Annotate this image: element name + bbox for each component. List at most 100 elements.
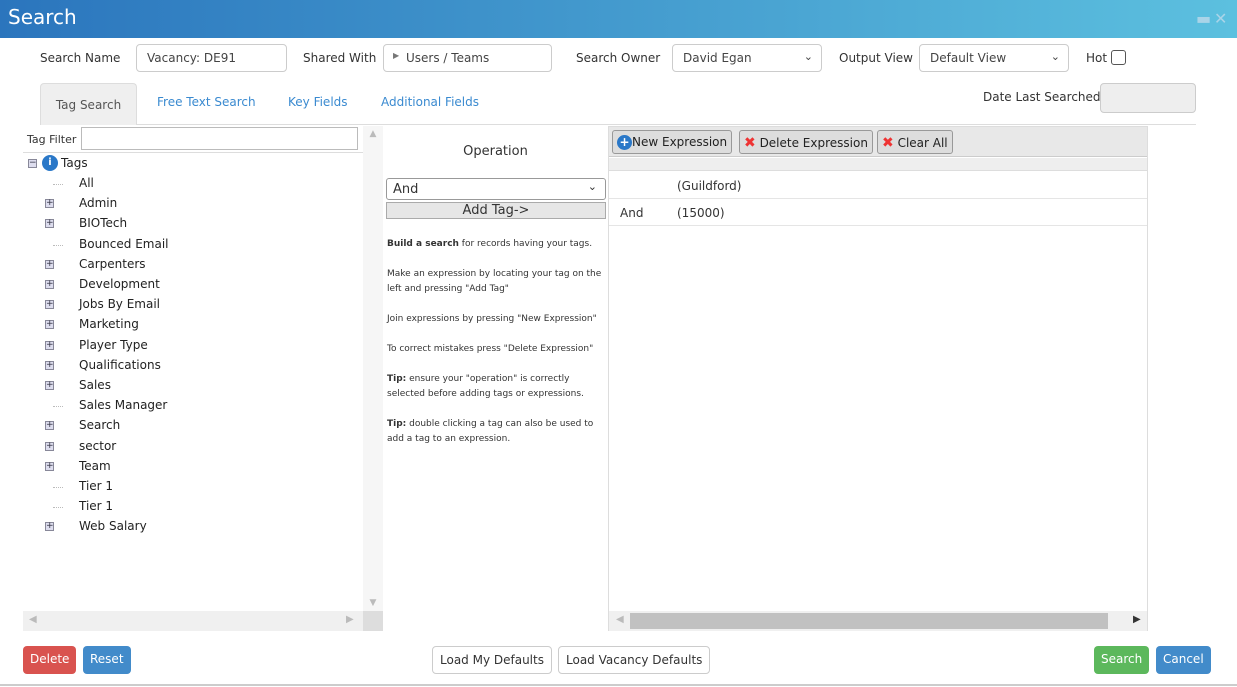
tree-item-label: Sales Manager [79,398,168,413]
operation-title: Operation [463,144,528,159]
collapse-icon[interactable]: − [28,159,37,168]
tree-item[interactable]: + Search [23,416,323,436]
help-paragraph: Build a search for records having your t… [387,237,607,252]
tree-item[interactable]: + Web Salary [23,517,323,537]
tree-item[interactable]: + Sales [23,376,323,396]
tree-item[interactable]: + Player Type [23,336,323,356]
search-name-input[interactable]: Vacancy: DE91 [136,44,287,72]
expand-icon[interactable]: + [45,461,54,471]
scroll-corner [363,611,383,631]
load-vacancy-defaults-button[interactable]: Load Vacancy Defaults [558,646,711,674]
tag-filter-input[interactable] [81,127,358,150]
tab-additional-fields[interactable]: Additional Fields [381,95,479,109]
search-owner-label: Search Owner [576,51,661,65]
tree-item[interactable]: + Qualifications [23,356,323,376]
add-tag-button[interactable]: Add Tag-> [386,202,606,219]
scroll-left-icon[interactable]: ◀ [29,614,37,625]
tree-item[interactable]: Tier 1 [23,477,323,497]
expand-icon[interactable]: + [45,280,54,289]
date-last-searched-field [1100,83,1196,113]
operation-panel: Operation And ⌄ Add Tag-> Build a search … [383,126,608,631]
help-bold: Tip: [387,374,407,384]
tree-root-tags[interactable]: − i Tags [23,154,223,174]
help-text-line: Make an expression by locating your tag … [387,269,602,294]
clear-all-label: Clear All [897,136,948,150]
expand-icon[interactable]: + [45,381,54,390]
expand-icon[interactable]: + [45,441,54,451]
chevron-down-icon: ⌄ [803,50,813,63]
tree-item-label: Player Type [79,337,148,352]
tree-item-label: Bounced Email [79,236,169,251]
tree-item-label: Web Salary [79,519,147,534]
tree-item[interactable]: Tier 1 [23,497,323,517]
hot-checkbox[interactable] [1111,50,1126,65]
expand-icon[interactable]: + [45,522,54,532]
operation-value: And [393,182,419,197]
tab-key-fields[interactable]: Key Fields [288,95,348,109]
expand-icon[interactable]: + [45,340,54,350]
expand-icon[interactable]: + [45,421,54,431]
minimize-icon[interactable]: ▬ [1196,9,1211,28]
expression-row[interactable]: And (15000) [609,199,1147,226]
operation-select[interactable]: And ⌄ [386,178,606,200]
help-bold: Tip: [387,419,407,429]
horizontal-scrollbar[interactable]: ◀ ▶ [23,611,363,631]
tree-item-label: Sales [79,378,111,392]
tree-item[interactable]: + Marketing [23,315,323,335]
cancel-button[interactable]: Cancel [1156,646,1211,674]
tree-item[interactable]: Sales Manager [23,396,323,416]
tab-free-text-search[interactable]: Free Text Search [157,95,256,109]
shared-with-label: Shared With [303,51,377,65]
tree-item[interactable]: All [23,174,323,194]
hot-label: Hot [1086,51,1108,65]
help-paragraph: Make an expression by locating your tag … [387,267,607,297]
delete-expression-button[interactable]: ✖ Delete Expression [739,130,873,154]
tree-item[interactable]: + Carpenters [23,255,323,275]
delete-button[interactable]: Delete [23,646,77,674]
delete-expression-label: Delete Expression [759,136,868,150]
tree-item[interactable]: + Jobs By Email [23,295,323,315]
expression-value: (Guildford) [677,179,742,193]
caret-right-icon: ▶ [393,51,400,60]
scroll-up-icon[interactable]: ▲ [363,126,383,139]
tree-line [53,507,63,509]
red-x-icon: ✖ [744,135,756,151]
expand-icon[interactable]: + [45,219,54,229]
tree-item-label: Search [79,418,121,433]
tree-item[interactable]: + Team [23,457,323,477]
expand-icon[interactable]: + [45,300,54,310]
expand-icon[interactable]: + [45,259,54,269]
expand-icon[interactable]: + [45,320,54,330]
shared-with-field[interactable]: ▶ Users / Teams [383,44,552,72]
expression-horizontal-scrollbar[interactable]: ◀ ▶ [609,611,1147,631]
clear-all-button[interactable]: ✖ Clear All [877,130,953,154]
expand-icon[interactable]: + [45,360,54,370]
scroll-right-icon[interactable]: ▶ [346,614,354,625]
expression-header [609,158,1147,171]
tree-item[interactable]: + Development [23,275,323,295]
tree-line [53,244,63,246]
scroll-down-icon[interactable]: ▼ [363,598,383,608]
shared-with-value: Users / Teams [406,51,490,65]
tab-tag-search[interactable]: Tag Search [40,83,137,125]
expression-value: (15000) [677,206,725,220]
vertical-scrollbar[interactable]: ▲ ▼ [363,126,383,611]
load-my-defaults-button[interactable]: Load My Defaults [432,646,552,674]
output-view-select[interactable]: Default View ⌄ [919,44,1069,72]
tree-item[interactable]: + BIOTech [23,214,323,234]
close-icon[interactable]: ✕ [1214,9,1227,28]
search-button[interactable]: Search [1094,646,1150,674]
tree-item[interactable]: + sector [23,437,323,457]
help-paragraph: Join expressions by pressing "New Expres… [387,312,607,327]
search-owner-select[interactable]: David Egan ⌄ [672,44,822,72]
expand-icon[interactable]: + [45,199,54,209]
scrollbar-thumb[interactable] [630,613,1108,629]
window-title: Search [8,5,77,29]
reset-button[interactable]: Reset [83,646,131,674]
expression-row[interactable]: (Guildford) [609,172,1147,199]
scroll-right-icon[interactable]: ▶ [1133,614,1141,625]
new-expression-button[interactable]: + New Expression [612,130,733,154]
tree-item[interactable]: Bounced Email [23,235,323,255]
scroll-left-icon[interactable]: ◀ [616,614,624,625]
tree-item[interactable]: + Admin [23,194,323,214]
